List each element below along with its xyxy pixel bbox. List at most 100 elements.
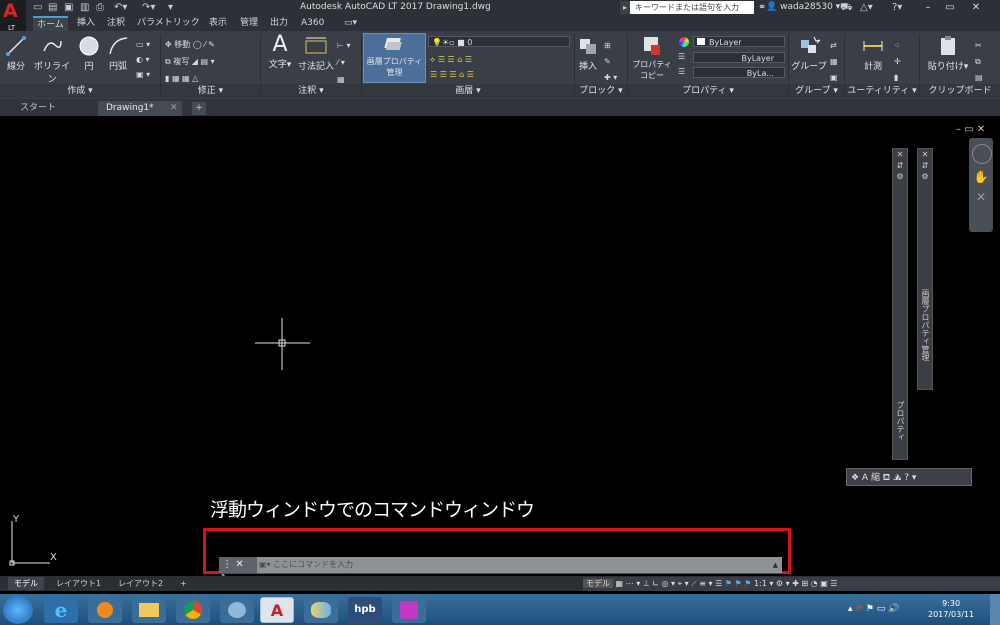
restore-button[interactable]: ▭ — [940, 0, 960, 16]
tab-view[interactable]: 表示 — [205, 16, 231, 31]
color-dropdown[interactable]: ByLayer — [693, 36, 785, 47]
undo-icon[interactable]: ↶▾ — [114, 2, 127, 14]
layout-tab-layout1[interactable]: レイアウト1 — [50, 577, 107, 590]
start-button-icon[interactable] — [3, 596, 33, 624]
cart-icon[interactable]: ⛟ — [840, 2, 853, 14]
command-input[interactable]: ▣▾ ここにコマンドを入力 — [259, 557, 759, 573]
hpb-icon[interactable]: hpb — [348, 597, 382, 623]
layer-tools[interactable]: ⟡ ☰ ☰ ⌂ ☰ ☰ ☰ ☰ ⌂ ☰ — [430, 52, 474, 82]
crosshair-cursor-icon — [255, 318, 310, 370]
annotation-panel-title[interactable]: 注釈 ▾ — [261, 84, 361, 98]
close-button[interactable]: ✕ — [962, 0, 990, 16]
game-app-icon[interactable] — [392, 597, 426, 623]
tab-home[interactable]: ホーム — [33, 16, 68, 31]
properties-panel-title[interactable]: プロパティ ▾ — [628, 84, 788, 98]
linetype-dropdown[interactable]: ByLayer — [693, 52, 785, 63]
group-button[interactable]: グループ — [790, 35, 828, 72]
group-tools[interactable]: ⇄ ▦ ▣ — [830, 38, 838, 86]
lineweight-dropdown[interactable]: ByLa... — [693, 67, 785, 78]
search-expand-icon[interactable]: ▸ — [620, 1, 630, 14]
minimize-button[interactable]: – — [918, 0, 938, 16]
a360-icon[interactable]: △▾ — [860, 2, 873, 14]
redo-icon[interactable]: ↷▾ — [142, 2, 155, 14]
layer-properties-button[interactable]: 画層プロパティ 管理 — [363, 33, 426, 83]
utility-tools[interactable]: ⁘ ✛ ▮ — [894, 38, 901, 86]
palette-close-icon[interactable]: ✕ ⇵ ⚙ — [918, 149, 932, 182]
quick-access-save-icon[interactable]: ▣ — [64, 2, 73, 14]
file-explorer-icon[interactable] — [132, 597, 166, 623]
navigation-bar[interactable]: ✋ ✕ — [969, 138, 993, 232]
dimension-button[interactable]: 寸法記入 — [298, 35, 334, 72]
layers-panel-title[interactable]: 画層 ▾ — [362, 84, 574, 98]
quick-access-new-icon[interactable]: ▭ — [33, 2, 42, 14]
insert-block-button[interactable]: 挿入 — [576, 35, 600, 72]
internet-explorer-icon[interactable]: e — [44, 597, 78, 623]
match-properties-button[interactable]: プロパティ コピー — [630, 35, 674, 81]
search-input[interactable]: キーワードまたは語句を入力 — [630, 1, 754, 14]
show-desktop-button[interactable] — [990, 594, 1000, 625]
properties-palette[interactable]: ✕ ⇵ ⚙ プロパティ — [892, 148, 908, 460]
layer-dropdown[interactable]: 💡☀▫ ■ 0 — [428, 36, 570, 47]
block-panel-title[interactable]: ブロック ▾ — [575, 84, 627, 98]
draw-small-tools[interactable]: ▭ ▾ ◐ ▾ ▣ ▾ — [136, 37, 150, 82]
tab-parametric[interactable]: パラメトリック — [133, 16, 204, 31]
modify-tools[interactable]: ✥ 移動 ◯ ⁄ ✎ ⧉ 複写 ◢ ▤ ▾ ▮ ▦ ▦ △ — [165, 36, 215, 87]
block-tools[interactable]: ⊞ ✎ ✚ ▾ — [604, 38, 617, 86]
text-button[interactable]: A 文字▾ — [266, 33, 294, 71]
chrome-icon[interactable] — [176, 597, 210, 623]
layer-manager-palette[interactable]: ✕ ⇵ ⚙ 画層プロパティ管理 — [917, 148, 933, 390]
tab-output[interactable]: 出力 — [266, 16, 292, 31]
command-window-controls[interactable]: ⋮ ✕ 🔧 — [219, 557, 257, 586]
utilities-panel-title[interactable]: ユーティリティ ▾ — [845, 84, 919, 98]
layout-tab-layout2[interactable]: レイアウト2 — [112, 577, 169, 590]
quick-access-open-icon[interactable]: ▤ — [48, 2, 57, 14]
quick-access-print-icon[interactable]: ⎙ — [96, 2, 104, 14]
groups-panel-title[interactable]: グループ ▾ — [789, 84, 844, 98]
annotation-scale[interactable]: 1:1 — [754, 579, 767, 588]
arc-button[interactable]: 円弧 — [105, 35, 131, 72]
paint-icon[interactable] — [304, 597, 338, 623]
model-space-button[interactable]: モデル — [583, 579, 613, 588]
quick-access-saveas-icon[interactable]: ▥ — [80, 2, 89, 14]
tab-insert[interactable]: 挿入 — [73, 16, 99, 31]
file-tab-start[interactable]: スタート — [12, 101, 64, 116]
autocad-taskbar-icon[interactable]: A — [260, 597, 294, 623]
status-tool-icons[interactable]: ▦ ⋯ ▾ ⊥ ∟ ◎ ▾ ⌖ ▾ ⟋ ≡ ▾ ☰ — [616, 579, 725, 588]
system-tray-icons[interactable]: ▴ ⟳ ⚑ ▭ 🔊 — [848, 604, 899, 614]
measure-button[interactable]: 計測 — [858, 35, 888, 72]
palette-close-icon[interactable]: ✕ ⇵ ⚙ — [893, 149, 907, 182]
clipboard-icon — [941, 36, 955, 55]
annotation-small-tools[interactable]: ⊢ ▾ ⁄ ▾ ▦ — [337, 37, 351, 88]
add-layout-icon[interactable]: + — [174, 577, 193, 590]
tab-manage[interactable]: 管理 — [236, 16, 262, 31]
ribbon-options-icon[interactable]: ▭▾ — [340, 16, 361, 31]
command-window[interactable]: ⋮ ✕ 🔧 ▣▾ ここにコマンドを入力 ▲ — [219, 557, 782, 586]
tab-a360[interactable]: A360 — [297, 16, 328, 31]
circle-button[interactable]: 円 — [76, 35, 102, 72]
status-settings-icons[interactable]: ▾ ⚙ ▾ ✚ ⊞ ◔ ▣ ☰ — [769, 579, 837, 588]
paste-button[interactable]: 貼り付け▾ — [926, 35, 970, 72]
user-account[interactable]: 👤 wada28530 ▾ — [766, 2, 840, 12]
new-tab-icon[interactable]: + — [192, 102, 206, 115]
dimension-label: 寸法記入 — [298, 62, 335, 72]
clipboard-panel-title[interactable]: クリップボード — [920, 84, 1000, 98]
tab-annotate[interactable]: 注釈 — [103, 16, 129, 31]
layout-tab-model[interactable]: モデル — [8, 577, 44, 590]
viewport-controls[interactable]: – ▭ ✕ — [956, 124, 985, 135]
clipboard-tools[interactable]: ✂ ⧉ ▤ — [975, 38, 983, 86]
modify-panel-title[interactable]: 修正 ▾ — [161, 84, 260, 98]
status-bar[interactable]: モデル ▦ ⋯ ▾ ⊥ ∟ ◎ ▾ ⌖ ▾ ⟋ ≡ ▾ ☰ ⚑ ⚑ ⚑ 1:1 … — [583, 577, 1000, 591]
polyline-button[interactable]: ポリライン — [30, 35, 74, 85]
floating-status-toolbar[interactable]: ❖ A 縮 ⛾ ⛰ ? ▾ — [846, 468, 972, 486]
draw-panel-title[interactable]: 作成 ▾ — [0, 84, 160, 98]
media-player-icon[interactable] — [88, 597, 122, 623]
line-button[interactable]: 線分 — [3, 35, 29, 72]
quick-access-menu-icon[interactable]: ▾ — [168, 2, 173, 14]
command-history-icon[interactable]: ▲ — [773, 557, 778, 573]
system-clock[interactable]: 9:30 2017/03/11 — [928, 598, 974, 620]
annotation-visibility-icon[interactable]: ⚑ ⚑ ⚑ — [725, 579, 754, 588]
command-close-icon[interactable]: ⋮ ✕ — [219, 559, 244, 570]
thunderbird-icon[interactable] — [220, 597, 254, 623]
tab-close-icon[interactable]: ✕ — [170, 101, 178, 116]
help-icon[interactable]: ?▾ — [892, 2, 902, 14]
